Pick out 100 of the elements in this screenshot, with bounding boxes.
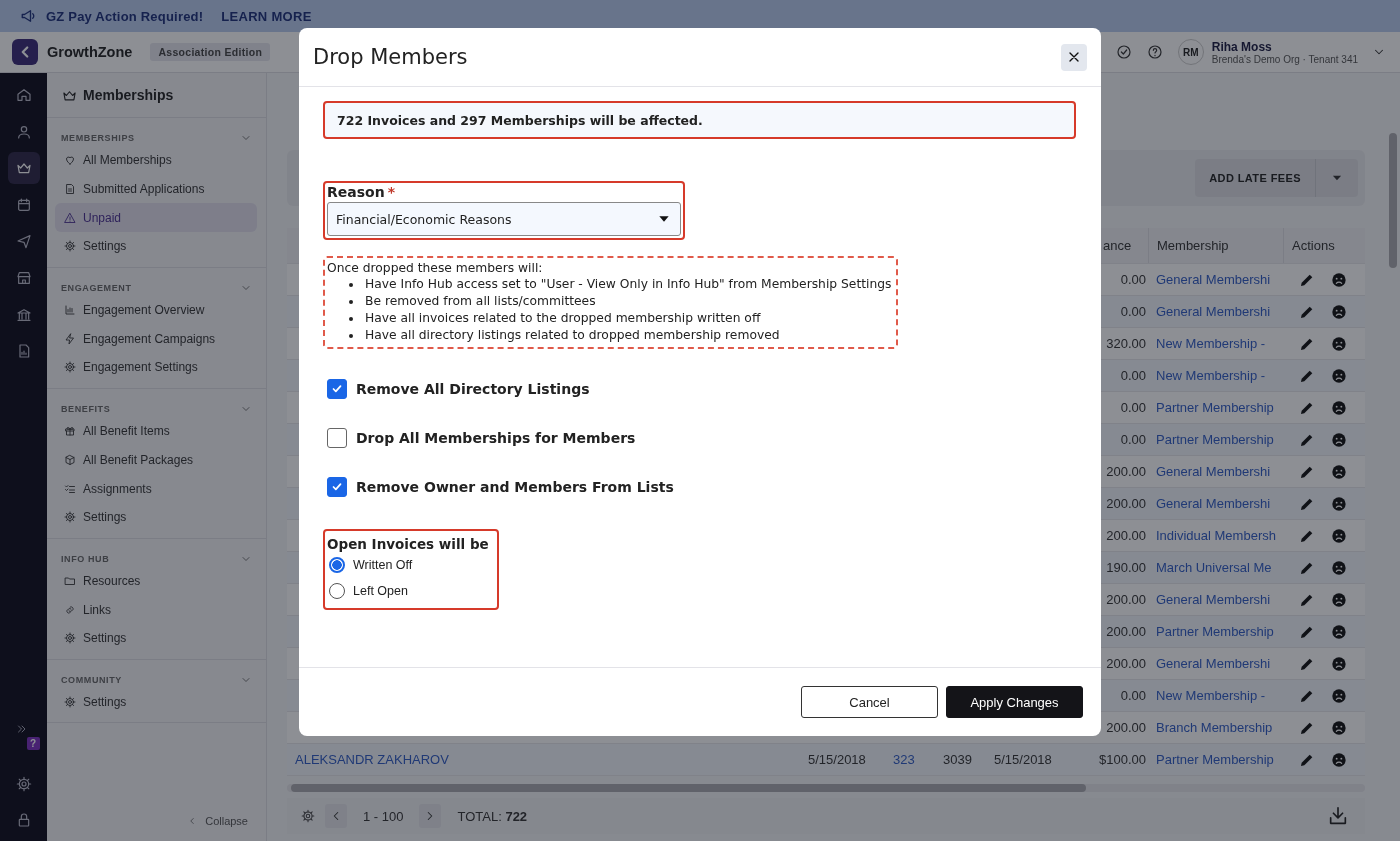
table-link[interactable]: Individual Membersh (1156, 528, 1276, 543)
table-link[interactable]: New Membership - (1156, 368, 1266, 383)
sidebar-item[interactable]: Assignments (55, 474, 257, 503)
edition-badge: Association Edition (150, 43, 271, 61)
table-link[interactable]: General Membershi (1156, 272, 1271, 287)
bullet-icon (349, 333, 353, 338)
frown-face-icon[interactable] (1331, 655, 1347, 672)
download-icon[interactable] (1327, 805, 1349, 827)
table-cell: 5/15/2018 (808, 752, 866, 767)
help-badge[interactable]: ? (26, 736, 40, 750)
sidebar-item[interactable]: Settings (55, 623, 257, 653)
field-label: Reason * (327, 184, 396, 200)
table-link[interactable]: New Membership - (1156, 336, 1266, 351)
apply-button[interactable]: Apply Changes (946, 686, 1083, 718)
sidebar-item[interactable]: Resources (55, 566, 257, 596)
sidebar-item[interactable]: All Memberships (55, 146, 257, 175)
frown-face-icon[interactable] (1331, 367, 1347, 384)
sidebar-item[interactable]: Unpaid (55, 203, 257, 233)
table-link[interactable]: Partner Membership (1156, 624, 1274, 639)
section-heading: MEMBERSHIPS (61, 133, 135, 143)
check-circle-icon[interactable] (1115, 44, 1132, 60)
radio-label: Written Off (353, 558, 413, 572)
bar-chart-icon (64, 304, 76, 317)
sidebar-item[interactable]: Links (55, 595, 257, 624)
table-link[interactable]: General Membershi (1156, 592, 1271, 607)
sidebar-title: Memberships (83, 87, 174, 103)
table-link[interactable]: March Universal Me (1156, 560, 1272, 575)
table-cell: 200.00 (1106, 528, 1146, 543)
add-late-fees-button[interactable]: ADD LATE FEES (1195, 159, 1316, 197)
table-link[interactable]: Partner Membership (1156, 752, 1274, 767)
close-button[interactable] (1061, 43, 1087, 71)
reason-select[interactable]: Financial/Economic Reasons (327, 202, 681, 236)
frown-face-icon[interactable] (1331, 591, 1347, 608)
table-link[interactable]: 323 (893, 752, 915, 767)
frown-face-icon[interactable] (1331, 303, 1347, 320)
checkbox[interactable] (327, 477, 347, 497)
cancel-button[interactable]: Cancel (801, 686, 938, 718)
frown-face-icon[interactable] (1331, 399, 1347, 416)
table-cell: 0.00 (1120, 304, 1146, 319)
table-link[interactable]: General Membershi (1156, 496, 1271, 511)
table-link[interactable]: General Membershi (1156, 656, 1271, 671)
heart-icon (64, 154, 76, 167)
table-cell: 200.00 (1106, 624, 1146, 639)
table-link[interactable]: Partner Membership (1156, 432, 1274, 447)
radio-button[interactable] (329, 583, 345, 599)
sidebar-item[interactable]: All Benefit Items (55, 416, 257, 446)
table-link[interactable]: Branch Membership (1156, 720, 1273, 735)
bullet-icon (349, 316, 353, 321)
frown-face-icon[interactable] (1331, 687, 1347, 704)
table-cell: 0.00 (1120, 688, 1146, 703)
checklist-icon (64, 482, 76, 495)
settings-icon (15, 775, 32, 792)
table-cell: $100.00 (1099, 752, 1146, 767)
frown-face-icon[interactable] (1331, 751, 1347, 768)
page-range: 1 - 100 (363, 808, 404, 824)
frown-face-icon[interactable] (1331, 431, 1347, 448)
learn-more-link[interactable]: LEARN MORE (221, 8, 312, 24)
frown-face-icon[interactable] (1331, 559, 1347, 576)
frown-face-icon[interactable] (1331, 271, 1347, 288)
table-link[interactable]: General Membershi (1156, 464, 1271, 479)
frown-face-icon[interactable] (1331, 335, 1347, 352)
sidebar-item[interactable]: Engagement Campaigns (55, 324, 257, 354)
frown-face-icon[interactable] (1331, 719, 1347, 736)
frown-face-icon[interactable] (1331, 527, 1347, 544)
checkbox-label: Remove Owner and Members From Lists (356, 479, 674, 495)
dialog-title: Drop Members (313, 45, 468, 69)
table-link[interactable]: Partner Membership (1156, 400, 1274, 415)
scrollbar-thumb[interactable] (291, 784, 1086, 792)
section-heading: COMMUNITY (61, 674, 122, 685)
bolt-icon (64, 332, 76, 345)
rail-button[interactable] (7, 152, 40, 185)
calendar-icon (15, 196, 32, 213)
sidebar-item[interactable]: Settings (55, 232, 257, 261)
table-link[interactable]: New Membership - (1156, 688, 1266, 703)
sidebar-item[interactable]: All Benefit Packages (55, 445, 257, 475)
frown-face-icon[interactable] (1331, 463, 1347, 480)
column-header[interactable]: Membership (1148, 228, 1283, 263)
collapse-button[interactable]: Collapse (187, 815, 248, 827)
scrollbar-thumb[interactable] (1389, 133, 1397, 268)
double-chevron-icon (15, 722, 28, 735)
column-header[interactable]: Actions (1283, 228, 1365, 263)
radio-button[interactable] (329, 557, 345, 573)
sidebar-item[interactable]: Settings (55, 687, 257, 717)
gift-icon (64, 425, 76, 438)
checkbox[interactable] (327, 428, 347, 448)
frown-face-icon[interactable] (1331, 623, 1347, 640)
table-link[interactable]: General Membershi (1156, 304, 1271, 319)
table-cell: 200.00 (1106, 464, 1146, 479)
sidebar-item[interactable]: Settings (55, 502, 257, 532)
brand-name: GrowthZone (47, 44, 133, 60)
table-link[interactable]: ALEKSANDR ZAKHAROV (295, 752, 449, 767)
table-cell: 0.00 (1120, 400, 1146, 415)
sidebar-item[interactable]: Engagement Overview (55, 295, 257, 325)
frown-face-icon[interactable] (1331, 495, 1347, 512)
sidebar-item[interactable]: Submitted Applications (55, 174, 257, 204)
help-icon[interactable] (1146, 44, 1163, 60)
package-icon (64, 453, 76, 466)
notice-text: Once dropped these members will: (327, 260, 544, 276)
sidebar-item[interactable]: Engagement Settings (55, 353, 257, 382)
checkbox[interactable] (327, 379, 347, 399)
